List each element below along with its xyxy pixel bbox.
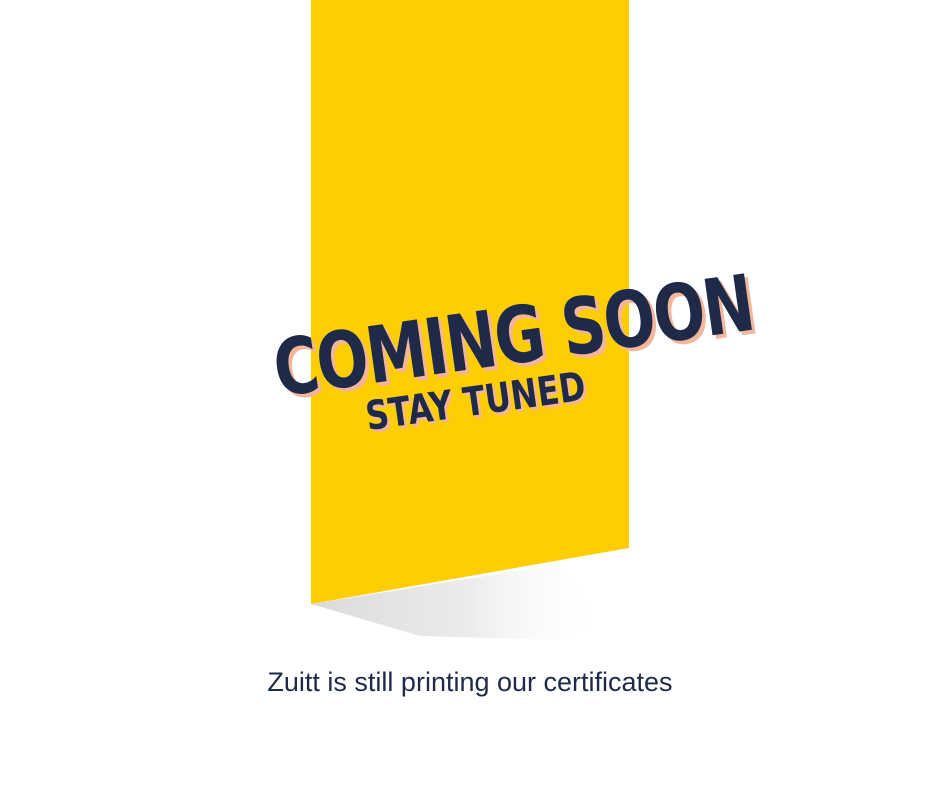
coming-soon-graphic: COMING SOON STAY TUNED Zuitt is still pr… [0, 0, 940, 788]
banner-shadow [311, 564, 600, 640]
headline-group: COMING SOON STAY TUNED [214, 259, 758, 514]
caption-text: Zuitt is still printing our certificates [267, 667, 673, 697]
